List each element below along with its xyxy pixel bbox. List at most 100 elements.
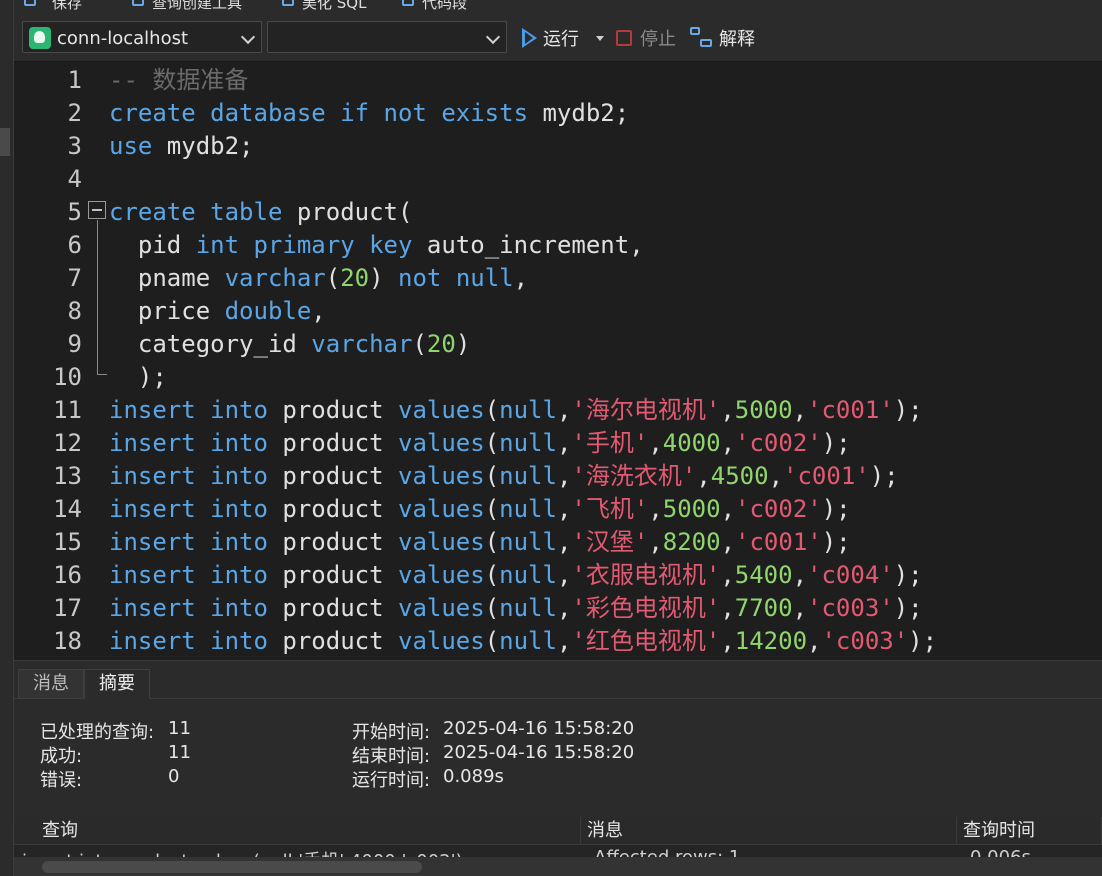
code-token: -- 数据准备 — [109, 66, 249, 94]
scrollbar-thumb[interactable] — [42, 861, 422, 873]
code-token: 'c003' — [807, 594, 894, 622]
code-line[interactable]: 3 use mydb2; — [14, 130, 1102, 163]
code-token: not null — [398, 264, 514, 292]
code-token: '海尔电视机' — [571, 396, 721, 424]
code-token: int primary key — [195, 231, 413, 259]
code-text[interactable]: create database if not exists mydb2; — [109, 97, 629, 130]
code-token: ); — [869, 462, 899, 490]
code-text[interactable]: insert into product values(null,'红色电视机',… — [109, 625, 937, 658]
code-line[interactable]: 9 category_id varchar(20) — [14, 328, 1102, 361]
code-line[interactable]: 18 insert into product values(null,'红色电视机… — [14, 625, 1102, 658]
code-text[interactable]: ); — [109, 361, 167, 394]
mysql-connection-icon — [29, 27, 51, 49]
save-button[interactable]: 保存 — [52, 0, 82, 13]
beautify-sql-button[interactable]: 美化 SQL — [302, 0, 366, 13]
code-token: ) — [369, 264, 399, 292]
run-dropdown-caret-icon[interactable] — [596, 36, 604, 41]
code-token: insert into — [109, 396, 268, 424]
left-side-gutter — [0, 0, 14, 876]
elapsed-value: 0.089s — [443, 766, 504, 787]
code-line[interactable]: 12 insert into product values(null,'手机',4… — [14, 427, 1102, 460]
code-token: product — [267, 462, 398, 490]
code-text[interactable]: create table product( — [109, 196, 412, 229]
code-text[interactable]: price double, — [109, 295, 326, 328]
code-token: '红色电视机' — [571, 627, 721, 655]
code-token: mydb2; — [152, 132, 254, 160]
code-line[interactable]: 10 ); — [14, 361, 1102, 394]
line-number: 2 — [67, 99, 82, 127]
column-header-query[interactable]: 查询 — [14, 817, 581, 845]
code-text[interactable]: category_id varchar(20) — [109, 328, 470, 361]
code-token: ( — [484, 396, 500, 424]
success-value: 11 — [168, 742, 191, 763]
end-time-value: 2025-04-16 15:58:20 — [443, 742, 635, 763]
code-text[interactable]: insert into product values(null,'彩色电视机',… — [109, 592, 923, 625]
query-builder-icon[interactable] — [132, 0, 144, 6]
query-builder-button[interactable]: 查询创建工具 — [152, 0, 242, 13]
code-text[interactable]: insert into product values(null,'海洗衣机',4… — [109, 460, 899, 493]
horizontal-scrollbar[interactable] — [14, 857, 1102, 876]
code-line[interactable]: 11 insert into product values(null,'海尔电视机… — [14, 394, 1102, 427]
snippet-icon[interactable] — [402, 0, 414, 6]
run-button[interactable]: 运行 — [522, 22, 579, 54]
code-token: insert into — [109, 594, 268, 622]
code-token: insert into — [109, 429, 268, 457]
code-token: ( — [484, 495, 500, 523]
stop-button[interactable]: 停止 — [616, 22, 676, 54]
code-line[interactable]: 16 insert into product values(null,'衣服电视机… — [14, 559, 1102, 592]
sql-editor[interactable]: 1 -- 数据准备 2 create database if not exists m… — [14, 62, 1102, 660]
code-token: pname — [109, 264, 225, 292]
code-line[interactable]: 6 pid int primary key auto_increment, — [14, 229, 1102, 262]
snippet-button[interactable]: 代码段 — [422, 0, 467, 13]
code-line[interactable]: 15 insert into product values(null,'汉堡',8… — [14, 526, 1102, 559]
code-token: category_id — [109, 330, 312, 358]
database-select[interactable] — [267, 21, 507, 53]
code-token: product — [267, 495, 398, 523]
success-label: 成功: — [40, 746, 83, 767]
code-text[interactable]: insert into product values(null,'衣服电视机',… — [109, 559, 923, 592]
save-icon[interactable] — [24, 0, 36, 6]
code-text[interactable]: insert into product values(null,'汉堡',820… — [109, 526, 851, 559]
code-line[interactable]: 4 — [14, 163, 1102, 196]
code-token: insert into — [109, 462, 268, 490]
code-token: , — [556, 594, 572, 622]
code-text[interactable]: use mydb2; — [109, 130, 254, 163]
code-token: , — [720, 495, 736, 523]
code-token: null — [499, 396, 557, 424]
code-line[interactable]: 14 insert into product values(null,'飞机',5… — [14, 493, 1102, 526]
beautify-sql-icon[interactable] — [282, 0, 294, 6]
code-line[interactable]: 5 create table product( — [14, 196, 1102, 229]
code-token: product — [267, 594, 398, 622]
code-token: ( — [484, 627, 500, 655]
connection-select[interactable]: conn-localhost — [22, 21, 262, 53]
column-header-query-time[interactable]: 查询时间 — [957, 817, 1102, 845]
code-token: values — [398, 429, 485, 457]
code-line[interactable]: 7 pname varchar(20) not null, — [14, 262, 1102, 295]
tab-summary[interactable]: 摘要 — [84, 669, 150, 699]
processed-label: 已处理的查询: — [40, 722, 155, 743]
code-token: ( — [484, 561, 500, 589]
code-text[interactable]: -- 数据准备 — [109, 64, 248, 97]
column-header-message[interactable]: 消息 — [581, 817, 957, 845]
code-token: varchar — [224, 264, 326, 292]
code-text[interactable]: pname varchar(20) not null, — [109, 262, 528, 295]
code-line[interactable]: 17 insert into product values(null,'彩色电视机… — [14, 592, 1102, 625]
code-text[interactable]: insert into product values(null,'手机',400… — [109, 427, 851, 460]
line-number: 3 — [67, 132, 82, 160]
code-line[interactable]: 1 -- 数据准备 — [14, 64, 1102, 97]
code-text[interactable]: insert into product values(null,'海尔电视机',… — [109, 394, 923, 427]
code-token: , — [720, 561, 735, 589]
code-text[interactable]: insert into product values(null,'飞机',500… — [109, 493, 851, 526]
code-line[interactable]: 13 insert into product values(null,'海洗衣机'… — [14, 460, 1102, 493]
code-token: values — [398, 495, 485, 523]
line-number: 15 — [53, 528, 82, 556]
code-token: , — [720, 396, 735, 424]
code-text[interactable]: pid int primary key auto_increment, — [109, 229, 644, 262]
code-token: , — [768, 462, 784, 490]
tab-messages[interactable]: 消息 — [18, 669, 84, 699]
explain-button[interactable]: 解释 — [690, 22, 755, 54]
code-token: values — [398, 561, 485, 589]
code-line[interactable]: 8 price double, — [14, 295, 1102, 328]
code-token: '海洗衣机' — [571, 462, 697, 490]
code-line[interactable]: 2 create database if not exists mydb2; — [14, 97, 1102, 130]
